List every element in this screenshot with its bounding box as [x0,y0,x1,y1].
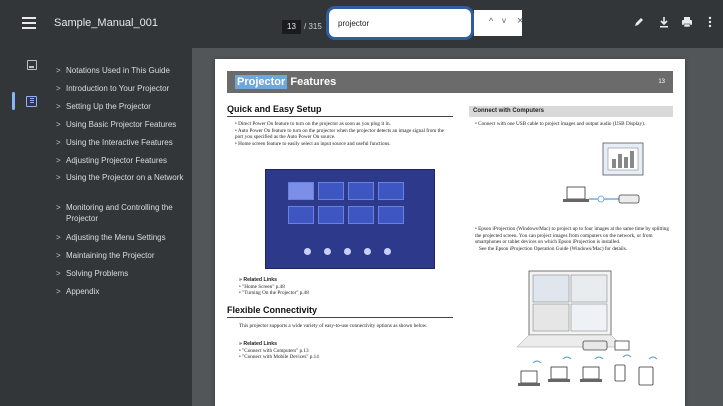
sidebar: > Notations Used in This Guide > Introduct… [0,48,192,406]
iprojection-illustration [516,270,658,386]
home-tile [288,182,314,200]
chevron-right-icon: > [56,269,61,278]
home-tile [288,206,314,224]
document-viewer[interactable]: Projector Features 13 Quick and Easy Set… [192,48,723,406]
home-dot [384,248,391,255]
home-dot [344,248,351,255]
related-link[interactable]: • "Connect with Computers" p.13 [239,348,453,355]
chevron-right-icon: > [56,120,61,129]
home-tile [348,182,374,200]
outline-icon[interactable] [26,96,37,107]
chevron-right-icon: > [56,233,61,242]
bullet-text: • Direct Power On feature to turn on the… [235,121,391,127]
chevron-right-icon: > [56,84,61,93]
page-banner: Projector Features 13 [227,71,673,93]
find-input[interactable] [338,15,458,31]
sidebar-item-interactive-features[interactable]: > Using the Interactive Features [56,137,190,148]
home-tile [318,182,344,200]
banner-title: Features [287,76,337,88]
chevron-right-icon: > [56,251,61,260]
related-link[interactable]: • "Connect with Mobile Devices" p.14 [239,354,453,361]
toolbar: Sample_Manual_001 13 / 315 ^ v × [0,0,723,48]
annotate-pen-icon[interactable] [632,16,646,32]
quick-bullets: • Direct Power On feature to turn on the… [235,121,453,147]
home-dot [304,248,311,255]
sidebar-item-monitoring[interactable]: > Monitoring and Controlling the Projecto… [56,202,190,224]
computers-bullet-2: • Epson iProjection (Windows/Mac) to pro… [475,226,671,252]
sidebar-item-notations[interactable]: > Notations Used in This Guide [56,65,190,76]
related-links-title: » Related Links [239,341,278,347]
thumbnails-icon[interactable] [27,60,37,70]
sidebar-rail [0,48,48,406]
home-tile [318,206,344,224]
chevron-right-icon: > [56,156,61,165]
page-total: / 315 [304,22,322,31]
bullet-text: • Auto Power On feature to turn on the p… [235,127,444,141]
sidebar-item-adjusting-features[interactable]: > Adjusting Projector Features [56,155,190,166]
related-link[interactable]: • "Turning On the Projector" p.48 [239,290,453,297]
flex-text: This projector supports a wide variety o… [239,323,428,329]
sidebar-item-network[interactable]: > Using the Projector on a Network [56,172,190,183]
scrollbar[interactable] [705,48,723,406]
home-dot [364,248,371,255]
bullet-text: • Home screen feature to easily select a… [235,140,391,147]
find-controls [474,10,522,36]
chevron-right-icon: > [56,66,61,75]
find-previous-button[interactable]: ^ [489,14,493,28]
bullet-text: • Epson iProjection (Windows/Mac) to pro… [475,226,669,246]
menu-icon[interactable] [22,17,36,29]
chevron-right-icon: > [56,102,61,111]
home-tile [378,182,404,200]
sidebar-item-solving-problems[interactable]: > Solving Problems [56,268,190,279]
page-number: 13 [658,79,665,85]
section-title-computers: Connect with Computers [469,106,673,117]
related-links-title: » Related Links [239,277,278,283]
sidebar-item-maintaining[interactable]: > Maintaining the Projector [56,250,190,261]
home-tile [378,206,404,224]
sidebar-item-menu-settings[interactable]: > Adjusting the Menu Settings [56,232,190,243]
section-title-quick: Quick and Easy Setup [227,104,322,114]
see-guide-text: See the Epson iProjection Operation Guid… [479,245,628,252]
chevron-right-icon: > [56,203,61,212]
print-icon[interactable] [680,16,694,32]
computers-bullet-1: • Connect with one USB cable to project … [475,121,646,127]
more-options-icon[interactable] [703,16,717,32]
document-title: Sample_Manual_001 [54,17,158,29]
sidebar-item-setting-up[interactable]: > Setting Up the Projector [56,101,190,112]
home-screen-image [265,169,435,269]
sidebar-item-introduction[interactable]: > Introduction to Your Projector [56,83,190,94]
sidebar-item-basic-features[interactable]: > Using Basic Projector Features [56,119,190,130]
chevron-right-icon: > [56,138,61,147]
active-indicator [12,92,15,110]
search-highlight: Projector [235,75,288,89]
pdf-page: Projector Features 13 Quick and Easy Set… [215,59,685,406]
page-number-input[interactable]: 13 [282,20,301,34]
home-dot [324,248,331,255]
section-rule [227,116,453,117]
section-rule [227,317,453,318]
usb-display-illustration [563,142,644,204]
chevron-right-icon: > [56,173,61,182]
flex-related: » Related Links • "Connect with Computer… [239,341,453,361]
find-box [326,6,474,40]
quick-related: » Related Links • "Home Screen" p.48 • "… [239,277,453,297]
section-title-flexible: Flexible Connectivity [227,305,318,315]
home-tile [348,206,374,224]
find-close-button[interactable]: × [517,14,523,28]
download-icon[interactable] [657,16,671,32]
find-next-button[interactable]: v [502,14,506,28]
chevron-right-icon: > [56,287,61,296]
related-link[interactable]: • "Home Screen" p.48 [239,284,453,291]
sidebar-item-appendix[interactable]: > Appendix [56,286,190,297]
